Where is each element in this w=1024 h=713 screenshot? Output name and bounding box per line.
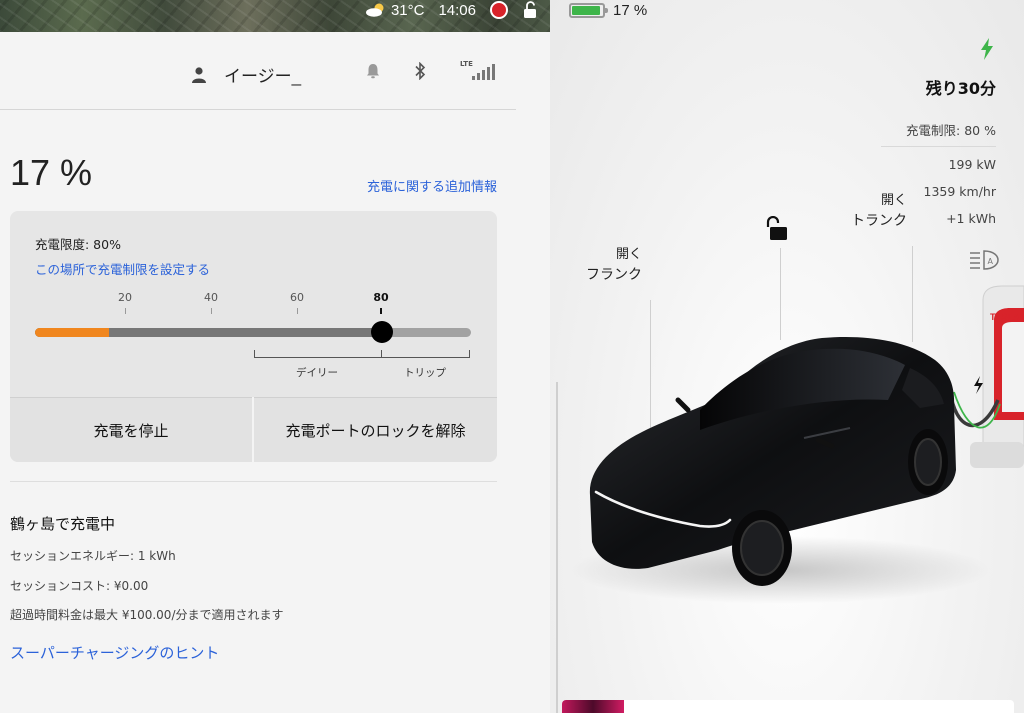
battery-indicator: 17 % <box>569 2 647 19</box>
tick-mark <box>297 308 298 314</box>
set-location-limit-link[interactable]: この場所で充電制限を設定する <box>35 259 210 278</box>
supercharger-icon: TESLA <box>948 285 1024 468</box>
supercharging-tips-link[interactable]: スーパーチャージングのヒント <box>10 642 219 663</box>
more-charging-info-link[interactable]: 充電に関する追加情報 <box>367 176 497 195</box>
daily-range-label: デイリー <box>296 367 338 379</box>
charging-location-title: 鶴ヶ島で充電中 <box>10 515 116 533</box>
current-charge-fill <box>35 328 110 337</box>
header-icons: LTE <box>366 60 495 82</box>
charge-limit-slider-track[interactable] <box>35 328 471 337</box>
tick-mark <box>125 308 126 314</box>
session-cost: セッションコスト: ¥0.00 <box>10 579 149 593</box>
tick-mark-current-limit <box>380 308 382 314</box>
trunk-open-label: 開く <box>880 193 907 208</box>
section-divider <box>10 481 497 482</box>
charging-panel: 31°C 14:06 イージー_ LTE 17 % 充電に関する追加情報 充電限… <box>0 0 550 713</box>
battery-percent-small: 17 % <box>613 2 648 19</box>
weather-widget[interactable]: 31°C <box>365 1 425 19</box>
media-player-tab[interactable] <box>562 700 1014 713</box>
session-energy: セッションエネルギー: 1 kWh <box>10 549 176 563</box>
cellular-signal-icon: LTE <box>460 60 495 82</box>
unlocked-icon[interactable] <box>522 1 538 19</box>
unlock-charge-port-button[interactable]: 充電ポートのロックを解除 <box>254 397 497 462</box>
charge-limit-stat: 充電制限: 80 % <box>906 123 996 138</box>
charger-brand-label: TESLA <box>990 312 1020 322</box>
charging-rate: 1359 km/hr <box>923 184 996 199</box>
bell-icon[interactable] <box>366 63 380 79</box>
frunk-open-label: 開く <box>615 247 642 262</box>
svg-text:A: A <box>988 257 994 266</box>
stop-charging-button[interactable]: 充電を停止 <box>10 397 252 462</box>
charge-limit-card: 充電限度: 80% この場所で充電制限を設定する 20 40 60 80 デイリ… <box>10 211 497 462</box>
dashcam-record-icon[interactable] <box>490 1 508 19</box>
panel-edge <box>556 382 558 713</box>
trunk-label: トランク <box>851 212 907 229</box>
charge-limit-slider-handle[interactable] <box>370 321 393 343</box>
vehicle-illustration: TESLA <box>570 285 1024 604</box>
idle-fee-notice: 超過時間料金は最大 ¥100.00/分まで適用されます <box>10 608 284 622</box>
person-icon <box>192 66 206 83</box>
trip-range-label: トリップ <box>404 367 446 379</box>
clock-time: 14:06 <box>438 1 476 19</box>
charging-bolt-icon <box>981 38 993 60</box>
driver-profile[interactable]: イージー_ <box>192 62 301 87</box>
status-bar: 31°C 14:06 <box>365 0 538 20</box>
stat-divider <box>881 146 996 147</box>
battery-percent: 17 % <box>10 152 93 193</box>
partly-cloudy-icon <box>365 3 384 17</box>
tick-label: 60 <box>290 291 304 304</box>
car-unlocked-icon[interactable] <box>766 216 790 242</box>
battery-level-fill <box>572 6 601 15</box>
battery-icon <box>569 3 608 18</box>
bluetooth-icon[interactable] <box>414 62 426 80</box>
charge-limit-label: 充電限度: 80% <box>35 237 121 252</box>
tick-label-current-limit: 80 <box>373 291 389 304</box>
driver-name: イージー_ <box>224 67 302 86</box>
trunk-control[interactable]: 開く トランク <box>851 192 907 231</box>
album-art <box>562 700 624 713</box>
charging-power: 199 kW <box>948 157 996 172</box>
time-remaining: 残り30分 <box>925 79 996 98</box>
energy-added: +1 kWh <box>946 211 996 226</box>
top-header: イージー_ LTE <box>0 40 516 110</box>
network-type-label: LTE <box>460 60 473 68</box>
tick-label: 40 <box>204 291 218 304</box>
range-bracket <box>254 350 470 358</box>
temperature: 31°C <box>390 1 425 19</box>
tick-label: 20 <box>118 291 132 304</box>
car-view-panel: 17 % 残り30分 充電制限: 80 % 199 kW 1359 km/hr … <box>550 0 1024 713</box>
headlight-icon[interactable]: A <box>968 249 1000 271</box>
range-bracket-divider <box>381 350 382 358</box>
tick-mark <box>211 308 212 314</box>
